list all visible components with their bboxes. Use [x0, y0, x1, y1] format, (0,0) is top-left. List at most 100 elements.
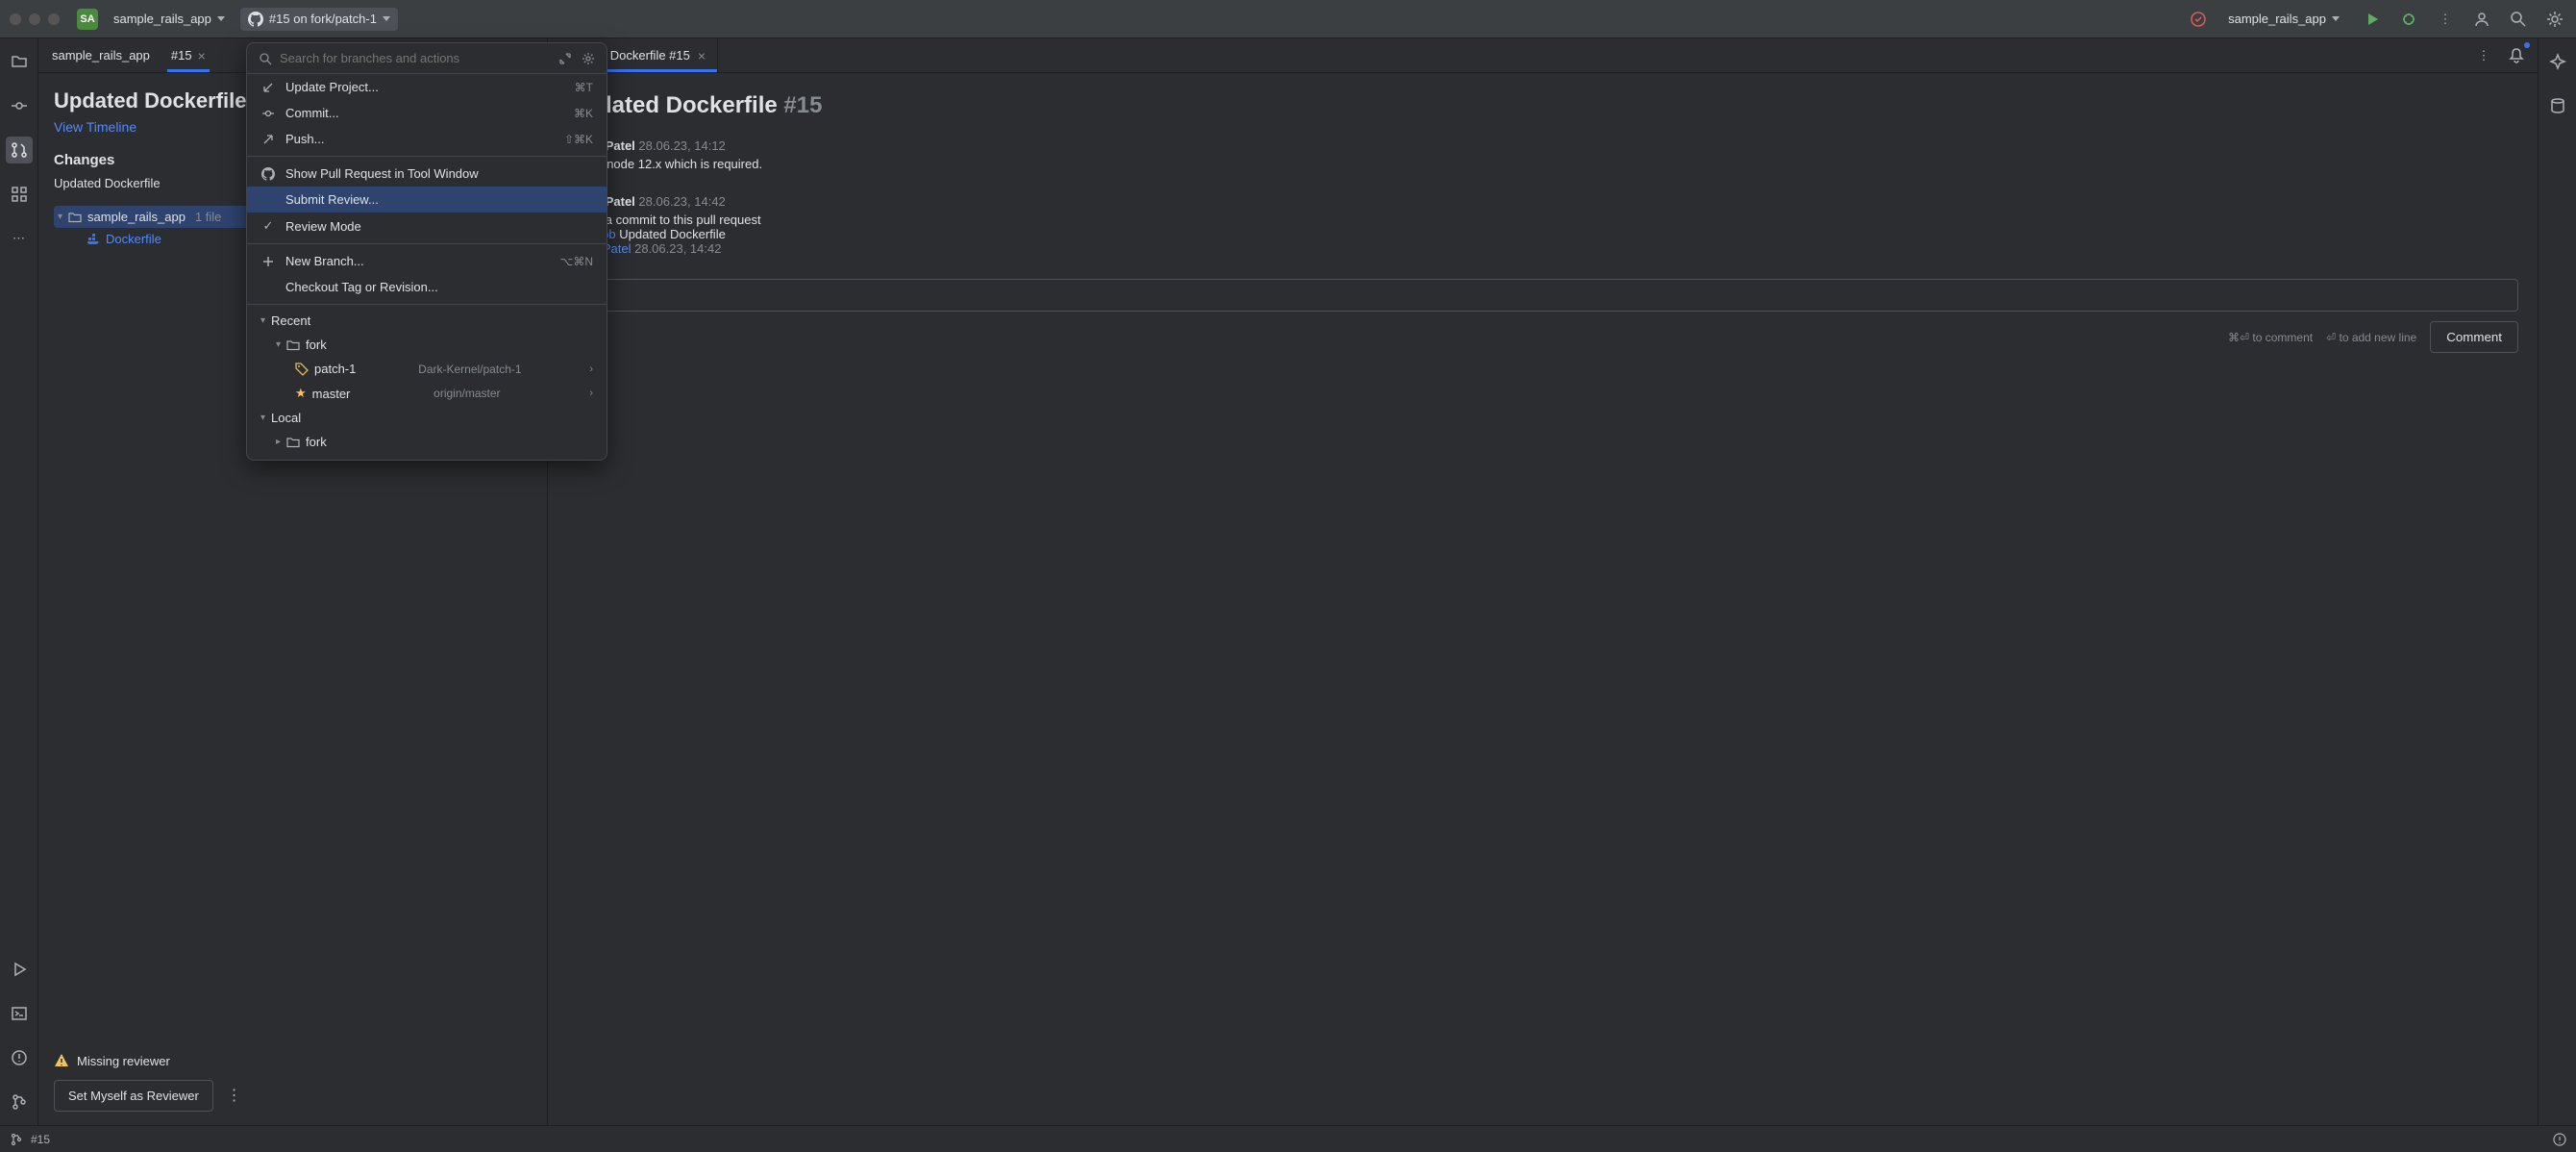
- rail-pull-requests[interactable]: [6, 137, 33, 163]
- titlebar: SA sample_rails_app #15 on fork/patch-1 …: [0, 0, 2576, 38]
- rail-more[interactable]: ⋯: [6, 225, 33, 252]
- rail-database[interactable]: [2544, 92, 2571, 119]
- chevron-down-icon: [383, 16, 390, 21]
- rail-git[interactable]: [6, 1089, 33, 1115]
- menu-label: Update Project...: [285, 80, 565, 94]
- rail-run[interactable]: [6, 956, 33, 983]
- branch-label: #15 on fork/patch-1: [269, 12, 377, 26]
- menu-label: Review Mode: [285, 219, 593, 234]
- branch-search-input[interactable]: [280, 51, 551, 65]
- tree-file-label: Dockerfile: [106, 232, 161, 246]
- comment-block: Sumit Patel 28.06.23, 14:12 Added node 1…: [567, 138, 2518, 171]
- rail-ai-assistant[interactable]: [2544, 48, 2571, 75]
- branch-actions-popup: Update Project... ⌘T Commit... ⌘K Push..…: [246, 42, 607, 461]
- remote-label: Dark-Kernel/patch-1: [418, 363, 521, 376]
- remote-label: origin/master: [433, 387, 500, 400]
- menu-branch-master[interactable]: ★ master origin/master ›: [247, 381, 607, 406]
- vcs-branch-dropdown[interactable]: #15 on fork/patch-1: [240, 8, 398, 31]
- group-label: Local: [271, 411, 301, 425]
- push-icon: [260, 133, 276, 146]
- chevron-right-icon: ›: [589, 388, 593, 399]
- settings-icon[interactable]: [2543, 8, 2566, 31]
- menu-submit-review[interactable]: Submit Review...: [247, 187, 607, 213]
- rail-commit[interactable]: [6, 92, 33, 119]
- search-icon: [259, 52, 272, 65]
- search-icon[interactable]: [2507, 8, 2530, 31]
- check-icon: ✓: [260, 218, 276, 234]
- comment-input[interactable]: [567, 279, 2518, 312]
- menu-shortcut: ⌘K: [574, 107, 593, 120]
- menu-label: Show Pull Request in Tool Window: [285, 166, 593, 181]
- set-reviewer-button[interactable]: Set Myself as Reviewer: [54, 1080, 213, 1112]
- code-with-me-icon[interactable]: [2470, 8, 2493, 31]
- right-tool-rail: [2538, 38, 2576, 1125]
- rail-problems[interactable]: [6, 1044, 33, 1071]
- plus-icon: [260, 255, 276, 268]
- caret-down-icon: ▾: [58, 212, 62, 222]
- menu-label: Checkout Tag or Revision...: [285, 280, 593, 294]
- rail-project[interactable]: [6, 48, 33, 75]
- menu-update-project[interactable]: Update Project... ⌘T: [247, 74, 607, 100]
- timestamp: 28.06.23, 14:12: [638, 138, 725, 153]
- pr-detail-number: #15: [783, 92, 822, 118]
- menu-review-mode[interactable]: ✓ Review Mode: [247, 213, 607, 239]
- menu-local-fork[interactable]: ▸ fork: [247, 430, 607, 454]
- editor-more-icon[interactable]: ⋮: [2472, 44, 2495, 67]
- project-name: sample_rails_app: [113, 12, 211, 26]
- rail-terminal[interactable]: [6, 1000, 33, 1027]
- menu-recent-group[interactable]: ▾ Recent: [247, 309, 607, 333]
- star-icon: ★: [295, 386, 307, 401]
- notifications-icon[interactable]: [2505, 44, 2528, 67]
- git-branch-icon[interactable]: [10, 1133, 23, 1146]
- gear-icon[interactable]: [582, 52, 595, 65]
- commit-action-text: added a commit to this pull request: [567, 213, 2518, 227]
- more-actions[interactable]: ⋮: [2434, 8, 2457, 31]
- run-config-icon: [2190, 11, 2207, 28]
- remote-label: fork: [306, 435, 327, 449]
- rail-structure[interactable]: [6, 181, 33, 208]
- tree-root-label: sample_rails_app: [87, 210, 186, 224]
- close-icon[interactable]: ×: [198, 48, 206, 63]
- chevron-right-icon: ›: [589, 363, 593, 375]
- debug-button[interactable]: [2397, 8, 2420, 31]
- menu-local-group[interactable]: ▾ Local: [247, 406, 607, 430]
- run-config-dropdown[interactable]: sample_rails_app: [2220, 8, 2347, 30]
- pr-tab[interactable]: #15 ×: [167, 38, 210, 72]
- menu-branch-patch1[interactable]: patch-1 Dark-Kernel/patch-1 ›: [247, 357, 607, 381]
- menu-checkout-tag[interactable]: Checkout Tag or Revision...: [247, 274, 607, 300]
- menu-shortcut: ⇧⌘K: [564, 133, 593, 146]
- menu-shortcut: ⌥⌘N: [560, 255, 594, 268]
- close-icon[interactable]: ×: [698, 48, 706, 63]
- menu-remote-fork[interactable]: ▾ fork: [247, 333, 607, 357]
- github-icon: [260, 167, 276, 181]
- comment-button[interactable]: Comment: [2430, 321, 2518, 353]
- menu-label: Push...: [285, 132, 555, 146]
- maximize-window[interactable]: [48, 13, 60, 25]
- caret-down-icon: ▾: [276, 339, 281, 350]
- menu-show-pr[interactable]: Show Pull Request in Tool Window: [247, 161, 607, 187]
- file-count: 1 file: [195, 210, 221, 224]
- expand-icon[interactable]: [558, 52, 572, 65]
- editor-panel: Updated Dockerfile #15 × ⋮ Updated Docke…: [548, 38, 2538, 1125]
- menu-label: Submit Review...: [285, 192, 593, 207]
- menu-shortcut: ⌘T: [575, 81, 593, 94]
- docker-icon: [87, 233, 100, 246]
- run-button[interactable]: [2361, 8, 2384, 31]
- menu-push[interactable]: Push... ⇧⌘K: [247, 126, 607, 152]
- minimize-window[interactable]: [29, 13, 40, 25]
- run-config-label: sample_rails_app: [2228, 12, 2326, 26]
- warning-icon: [54, 1053, 69, 1068]
- commit-message: Updated Dockerfile: [619, 227, 726, 241]
- github-icon: [248, 12, 263, 27]
- project-dropdown[interactable]: sample_rails_app: [106, 8, 233, 30]
- view-timeline-link[interactable]: View Timeline: [54, 119, 136, 135]
- menu-commit[interactable]: Commit... ⌘K: [247, 100, 607, 126]
- statusbar-warning-icon[interactable]: [2553, 1133, 2566, 1146]
- menu-label: Commit...: [285, 106, 564, 120]
- close-window[interactable]: [10, 13, 21, 25]
- statusbar-branch[interactable]: #15: [31, 1133, 50, 1146]
- menu-new-branch[interactable]: New Branch... ⌥⌘N: [247, 248, 607, 274]
- caret-down-icon: ▾: [260, 413, 265, 423]
- more-actions-icon[interactable]: ⋮: [226, 1088, 241, 1104]
- breadcrumb-root[interactable]: sample_rails_app: [48, 38, 154, 72]
